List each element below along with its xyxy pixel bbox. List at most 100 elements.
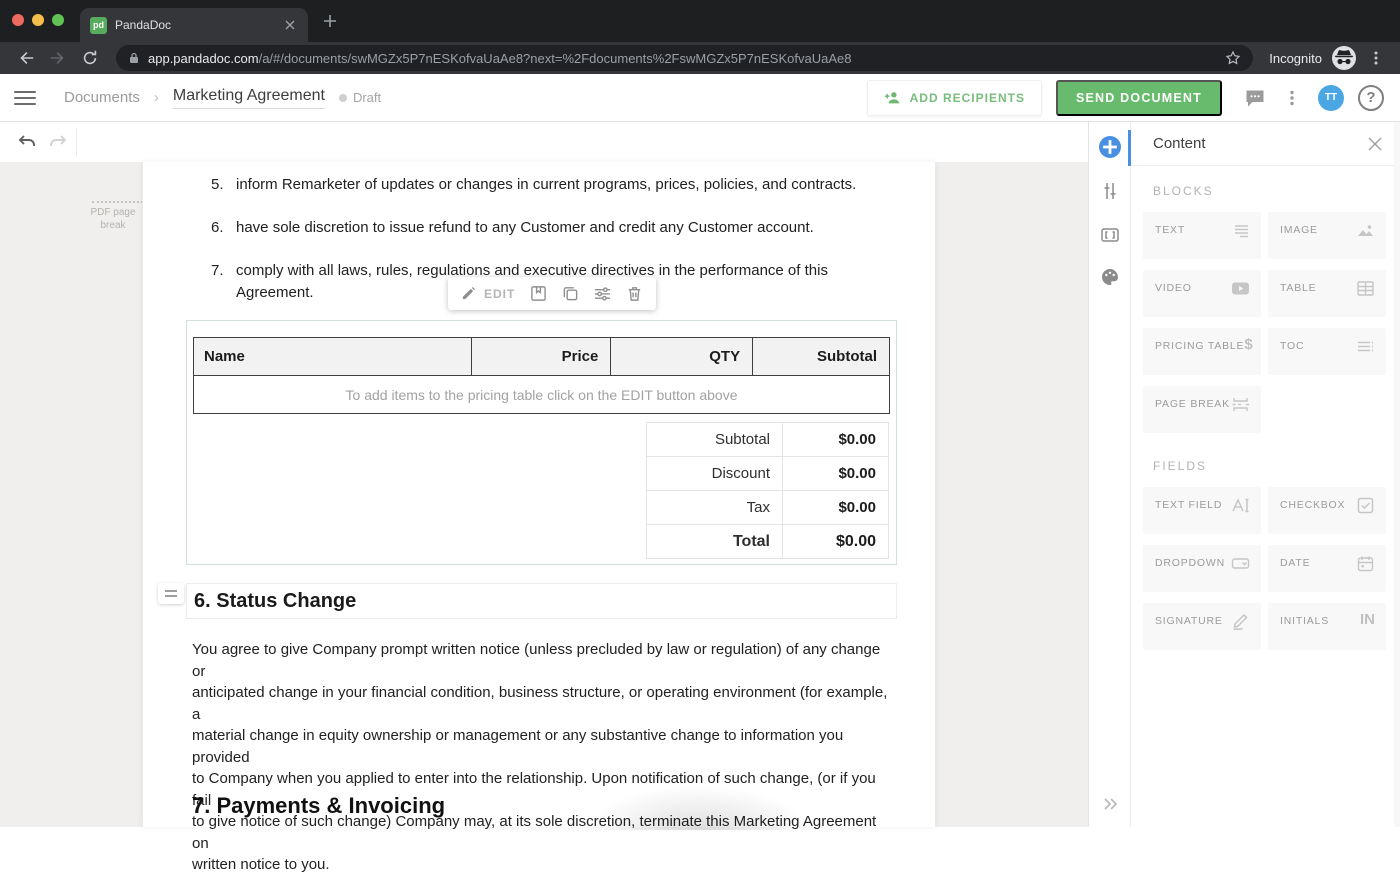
- pricing-table-header-row: Name Price QTY Subtotal: [194, 338, 890, 376]
- tab-close-icon[interactable]: [282, 17, 298, 33]
- list-item[interactable]: 5. inform Remarketer of updates or chang…: [211, 174, 901, 196]
- close-window-button[interactable]: [12, 14, 24, 26]
- save-to-library-icon[interactable]: [530, 285, 547, 302]
- tile-label: SIGNATURE: [1155, 615, 1223, 650]
- edit-pencil-icon[interactable]: [461, 286, 476, 301]
- document-page[interactable]: 5. inform Remarketer of updates or chang…: [142, 162, 936, 827]
- totals-label: Total: [647, 525, 783, 559]
- zoom-window-button[interactable]: [52, 14, 64, 26]
- bookmark-star-icon[interactable]: [1225, 50, 1241, 66]
- macos-traffic-lights[interactable]: [12, 14, 64, 26]
- send-document-label: SEND DOCUMENT: [1076, 91, 1202, 105]
- forward-icon[interactable]: [49, 49, 67, 67]
- field-tile-checkbox[interactable]: CHECKBOX: [1268, 487, 1386, 534]
- toolbar-divider: [76, 128, 77, 156]
- pricing-table: Name Price QTY Subtotal To add items to …: [193, 337, 890, 414]
- totals-value: $0.00: [783, 423, 889, 457]
- url-path: /a/#/documents/swMGZx5P7nESKofvaUaAe8?ne…: [259, 51, 852, 66]
- content-sidebar: Content BLOCKS TEXT IMAGE: [1088, 122, 1400, 827]
- pricing-col-qty: QTY: [611, 338, 753, 376]
- browser-menu-icon[interactable]: [1368, 50, 1384, 66]
- back-icon[interactable]: [17, 49, 35, 67]
- browser-tabstrip: pd PandaDoc: [0, 0, 1400, 42]
- field-tile-dropdown[interactable]: DROPDOWN: [1143, 545, 1261, 592]
- text-field-icon: [1231, 496, 1250, 515]
- delete-block-icon[interactable]: [626, 285, 643, 302]
- duplicate-icon[interactable]: [562, 285, 579, 302]
- blocks-grid: TEXT IMAGE VIDEO: [1143, 212, 1389, 433]
- tile-label: TOC: [1280, 340, 1304, 375]
- more-actions-icon[interactable]: [1284, 90, 1300, 106]
- pricing-col-price: Price: [471, 338, 611, 376]
- user-avatar[interactable]: TT: [1318, 85, 1344, 111]
- signature-field-icon: [1231, 612, 1250, 631]
- field-tile-date[interactable]: DATE: [1268, 545, 1386, 592]
- document-settings-icon[interactable]: [1100, 181, 1120, 201]
- field-tile-text-field[interactable]: TEXT FIELD: [1143, 487, 1261, 534]
- block-tile-table[interactable]: TABLE: [1268, 270, 1386, 317]
- block-tile-video[interactable]: VIDEO: [1143, 270, 1261, 317]
- new-tab-icon[interactable]: [322, 13, 338, 29]
- tile-label: TABLE: [1280, 282, 1316, 317]
- address-bar[interactable]: app.pandadoc.com/a/#/documents/swMGZx5P7…: [116, 45, 1253, 71]
- undo-icon[interactable]: [17, 132, 37, 152]
- send-document-button[interactable]: SEND DOCUMENT: [1056, 80, 1222, 116]
- comments-icon[interactable]: [1244, 87, 1266, 109]
- redo-icon[interactable]: [48, 132, 68, 152]
- breadcrumb-chevron-icon: ›: [154, 89, 159, 106]
- incognito-icon: [1332, 46, 1356, 70]
- heading-block-status-change[interactable]: 6. Status Change: [186, 583, 897, 619]
- tile-label: TEXT: [1155, 224, 1185, 259]
- list-item[interactable]: 6. have sole discretion to issue refund …: [211, 217, 901, 239]
- reload-icon[interactable]: [81, 49, 99, 67]
- totals-label: Subtotal: [647, 423, 783, 457]
- totals-row-total: Total $0.00: [647, 525, 889, 559]
- block-tile-toc[interactable]: TOC: [1268, 328, 1386, 375]
- edit-button[interactable]: EDIT: [484, 287, 515, 301]
- editor-toolbar: [0, 122, 1088, 162]
- status-dot-icon: [339, 94, 347, 102]
- document-title-input[interactable]: Marketing Agreement: [173, 87, 325, 109]
- totals-value: $0.00: [783, 457, 889, 491]
- totals-value: $0.00: [783, 491, 889, 525]
- heading-block-payments[interactable]: 7. Payments & Invoicing: [192, 793, 445, 819]
- pricing-table-block[interactable]: Name Price QTY Subtotal To add items to …: [186, 320, 897, 565]
- main-menu-icon[interactable]: [14, 87, 36, 109]
- minimize-window-button[interactable]: [32, 14, 44, 26]
- add-content-button[interactable]: [1099, 136, 1121, 158]
- panel-close-icon[interactable]: [1368, 137, 1382, 151]
- incognito-label: Incognito: [1269, 51, 1322, 66]
- list-text: inform Remarketer of updates or changes …: [236, 174, 901, 196]
- totals-label: Discount: [647, 457, 783, 491]
- breadcrumb-documents[interactable]: Documents: [64, 89, 140, 106]
- blocks-section-label: BLOCKS: [1153, 184, 1389, 198]
- panel-scrollbar[interactable]: [1394, 122, 1400, 827]
- checkbox-field-icon: [1356, 496, 1375, 515]
- pandadoc-favicon: pd: [90, 17, 107, 34]
- collapse-panel-icon[interactable]: [1099, 793, 1121, 815]
- block-tile-text[interactable]: TEXT: [1143, 212, 1261, 259]
- heading-text: 6. Status Change: [194, 590, 356, 613]
- tile-label: PRICING TABLE: [1155, 340, 1244, 375]
- block-settings-icon[interactable]: [594, 285, 611, 302]
- table-block-icon: [1356, 279, 1375, 298]
- field-tile-initials[interactable]: INITIALS IN: [1268, 603, 1386, 650]
- pricing-col-name: Name: [194, 338, 472, 376]
- tile-label: CHECKBOX: [1280, 499, 1345, 534]
- block-tile-image[interactable]: IMAGE: [1268, 212, 1386, 259]
- paragraph-block[interactable]: You agree to give Company prompt written…: [192, 639, 892, 876]
- pdf-page-break-label: PDF page break: [84, 206, 142, 232]
- field-tile-signature[interactable]: SIGNATURE: [1143, 603, 1261, 650]
- panel-title: Content: [1153, 135, 1206, 152]
- block-tile-page-break[interactable]: PAGE BREAK: [1143, 386, 1261, 433]
- variables-icon[interactable]: [1100, 225, 1120, 245]
- help-button[interactable]: ?: [1358, 85, 1384, 111]
- block-drag-handle-icon[interactable]: [158, 583, 184, 604]
- block-tile-pricing-table[interactable]: PRICING TABLE $: [1143, 328, 1261, 375]
- add-recipients-button[interactable]: ADD RECIPIENTS: [867, 80, 1042, 116]
- theme-palette-icon[interactable]: [1100, 267, 1120, 287]
- fields-section-label: FIELDS: [1153, 459, 1389, 473]
- list-text: have sole discretion to issue refund to …: [236, 217, 901, 239]
- browser-tab[interactable]: pd PandaDoc: [80, 8, 308, 42]
- lock-icon[interactable]: [128, 52, 140, 64]
